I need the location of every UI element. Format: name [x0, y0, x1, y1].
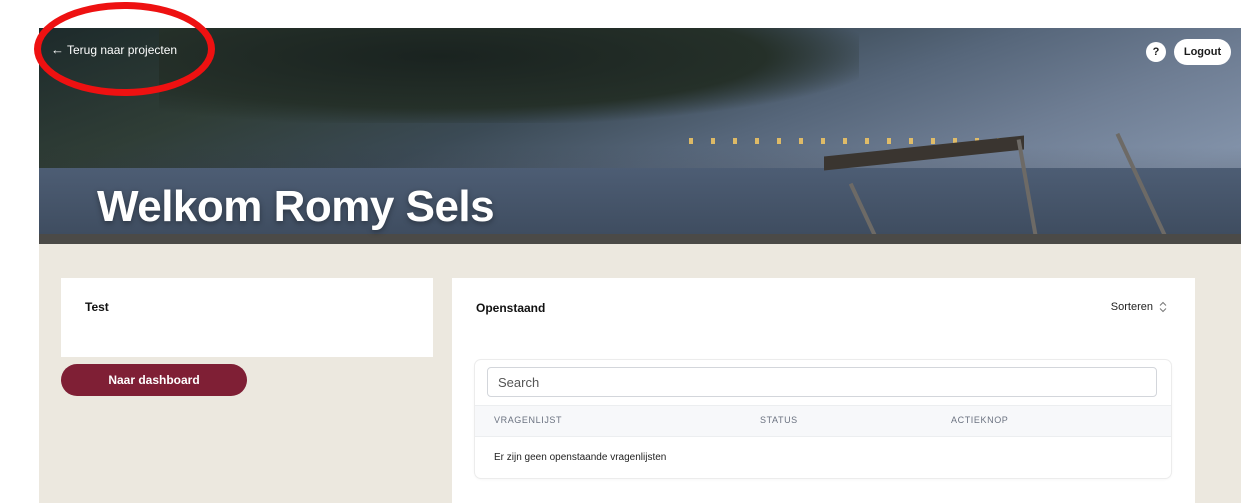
- section-title: Openstaand: [476, 301, 546, 315]
- logout-button[interactable]: Logout: [1174, 39, 1231, 65]
- table-header: VRAGENLIJST STATUS ACTIEKNOP: [475, 405, 1171, 437]
- dashboard-button[interactable]: Naar dashboard: [61, 364, 247, 396]
- help-button[interactable]: ?: [1146, 42, 1166, 62]
- sort-label: Sorteren: [1110, 301, 1153, 313]
- column-header-actieknop[interactable]: ACTIEKNOP: [951, 415, 1008, 425]
- empty-state-message: Er zijn geen openstaande vragenlijsten: [494, 452, 667, 463]
- project-title: Test: [85, 300, 109, 314]
- project-card: Test: [61, 278, 433, 357]
- questionnaires-card: Openstaand Sorteren VRAGENLIJST STATUS A…: [452, 278, 1195, 503]
- hero-treeline: [159, 28, 859, 123]
- welcome-heading: Welkom Romy Sels: [97, 182, 495, 231]
- column-header-status[interactable]: STATUS: [760, 415, 798, 425]
- column-header-vragenlijst[interactable]: VRAGENLIJST: [494, 415, 562, 425]
- sort-button[interactable]: Sorteren: [1111, 301, 1167, 313]
- hero-bottom-strip: [39, 234, 1241, 244]
- questionnaires-table: VRAGENLIJST STATUS ACTIEKNOP Er zijn gee…: [475, 360, 1171, 478]
- sort-updown-icon: [1159, 301, 1167, 313]
- annotation-circle: [34, 2, 215, 96]
- search-input[interactable]: [487, 367, 1157, 397]
